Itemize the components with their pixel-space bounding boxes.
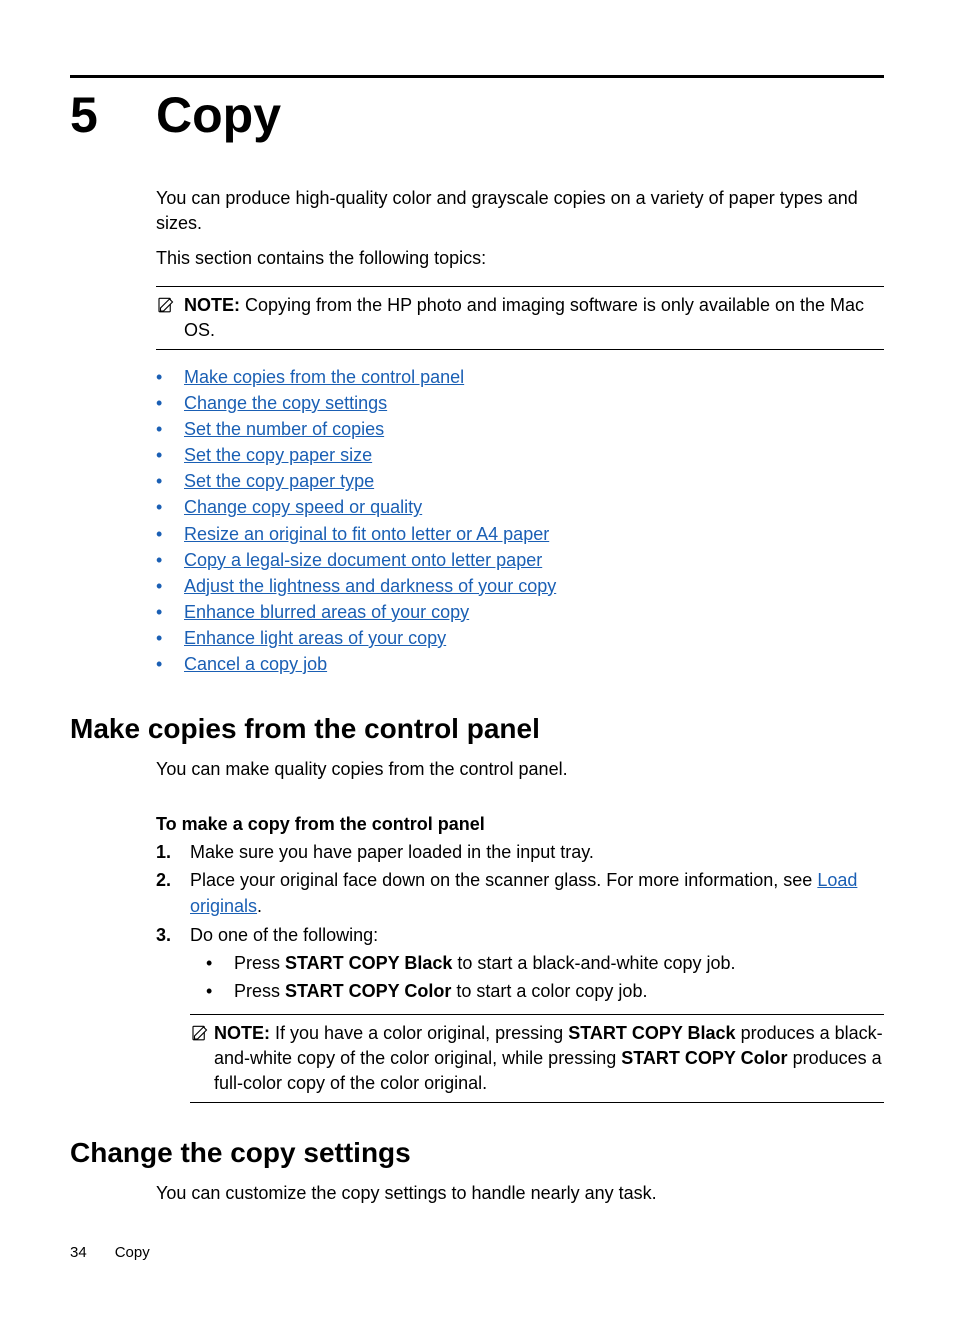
step-number: 2.: [156, 867, 190, 893]
b2-pre: Press: [234, 981, 285, 1001]
chapter-title: Copy: [156, 86, 281, 144]
b1-post: to start a black-and-white copy job.: [452, 953, 735, 973]
section1-body: You can make quality copies from the con…: [156, 757, 884, 782]
step-2: 2. Place your original face down on the …: [156, 867, 884, 919]
bullet-icon: •: [156, 547, 184, 573]
list-item: •Change copy speed or quality: [156, 494, 884, 520]
bullet-icon: •: [156, 599, 184, 625]
chapter-header: 5 Copy: [70, 86, 884, 144]
bullet-icon: •: [156, 442, 184, 468]
note-label: NOTE:: [184, 295, 240, 315]
topic-link[interactable]: Enhance light areas of your copy: [184, 625, 446, 651]
list-item: •Change the copy settings: [156, 390, 884, 416]
section-heading-make-copies: Make copies from the control panel: [70, 713, 884, 745]
note-text: NOTE: Copying from the HP photo and imag…: [184, 293, 884, 343]
top-rule: [70, 75, 884, 78]
bullet-icon: •: [190, 978, 234, 1004]
bullet-icon: •: [156, 521, 184, 547]
b1-pre: Press: [234, 953, 285, 973]
bullet-icon: •: [156, 416, 184, 442]
step-1: 1. Make sure you have paper loaded in th…: [156, 839, 884, 865]
step-3: 3. Do one of the following: • Press STAR…: [156, 922, 884, 1104]
note2-bold2: START COPY Color: [621, 1048, 787, 1068]
topic-link[interactable]: Copy a legal-size document onto letter p…: [184, 547, 542, 573]
inner-note-box: NOTE: If you have a color original, pres…: [190, 1014, 884, 1104]
topic-link[interactable]: Cancel a copy job: [184, 651, 327, 677]
note-label: NOTE:: [214, 1023, 270, 1043]
bullet-icon: •: [190, 950, 234, 976]
step2-pre: Place your original face down on the sca…: [190, 870, 817, 890]
inner-note-text: NOTE: If you have a color original, pres…: [214, 1021, 884, 1097]
note-body: Copying from the HP photo and imaging so…: [184, 295, 864, 340]
topic-list: •Make copies from the control panel •Cha…: [156, 364, 884, 677]
page-number: 34: [70, 1244, 87, 1261]
step-content: Make sure you have paper loaded in the i…: [190, 839, 884, 865]
topic-link[interactable]: Set the number of copies: [184, 416, 384, 442]
list-item: •Set the copy paper size: [156, 442, 884, 468]
bullet-icon: •: [156, 651, 184, 677]
list-item: •Enhance blurred areas of your copy: [156, 599, 884, 625]
step-number: 1.: [156, 839, 190, 865]
section1-subheading: To make a copy from the control panel: [156, 814, 884, 835]
step-content: Place your original face down on the sca…: [190, 867, 884, 919]
step-number: 3.: [156, 922, 190, 948]
topic-link[interactable]: Set the copy paper size: [184, 442, 372, 468]
sub-bullet-list: • Press START COPY Black to start a blac…: [190, 950, 884, 1004]
note-box: NOTE: Copying from the HP photo and imag…: [156, 286, 884, 350]
bullet-icon: •: [156, 625, 184, 651]
list-item: •Resize an original to fit onto letter o…: [156, 521, 884, 547]
bullet-icon: •: [156, 468, 184, 494]
list-item: •Set the number of copies: [156, 416, 884, 442]
intro-paragraph-1: You can produce high-quality color and g…: [156, 186, 884, 236]
note2-bold1: START COPY Black: [568, 1023, 735, 1043]
topic-link[interactable]: Set the copy paper type: [184, 468, 374, 494]
topic-link[interactable]: Adjust the lightness and darkness of you…: [184, 573, 556, 599]
list-item: •Cancel a copy job: [156, 651, 884, 677]
sub-bullet-content: Press START COPY Color to start a color …: [234, 978, 647, 1004]
footer-title: Copy: [115, 1244, 150, 1261]
note-icon: [190, 1024, 208, 1042]
list-item: •Set the copy paper type: [156, 468, 884, 494]
topic-link[interactable]: Change copy speed or quality: [184, 494, 422, 520]
sub-bullet-item: • Press START COPY Color to start a colo…: [190, 978, 884, 1004]
list-item: •Adjust the lightness and darkness of yo…: [156, 573, 884, 599]
bullet-icon: •: [156, 364, 184, 390]
list-item: •Enhance light areas of your copy: [156, 625, 884, 651]
list-item: •Copy a legal-size document onto letter …: [156, 547, 884, 573]
b1-bold: START COPY Black: [285, 953, 452, 973]
topic-link[interactable]: Enhance blurred areas of your copy: [184, 599, 469, 625]
sub-bullet-item: • Press START COPY Black to start a blac…: [190, 950, 884, 976]
bullet-icon: •: [156, 573, 184, 599]
b2-post: to start a color copy job.: [451, 981, 647, 1001]
topic-link[interactable]: Make copies from the control panel: [184, 364, 464, 390]
step2-post: .: [257, 896, 262, 916]
note-icon: [156, 296, 174, 314]
numbered-list: 1. Make sure you have paper loaded in th…: [156, 839, 884, 1103]
intro-paragraph-2: This section contains the following topi…: [156, 246, 884, 271]
page-footer: 34 Copy: [70, 1244, 150, 1261]
step-content: Do one of the following: • Press START C…: [190, 922, 884, 1104]
bullet-icon: •: [156, 494, 184, 520]
list-item: •Make copies from the control panel: [156, 364, 884, 390]
section-heading-change-settings: Change the copy settings: [70, 1137, 884, 1169]
chapter-number: 5: [70, 86, 156, 144]
topic-link[interactable]: Resize an original to fit onto letter or…: [184, 521, 549, 547]
note2-pre: If you have a color original, pressing: [275, 1023, 568, 1043]
step3-text: Do one of the following:: [190, 925, 378, 945]
bullet-icon: •: [156, 390, 184, 416]
section2-body: You can customize the copy settings to h…: [156, 1181, 884, 1206]
topic-link[interactable]: Change the copy settings: [184, 390, 387, 416]
sub-bullet-content: Press START COPY Black to start a black-…: [234, 950, 736, 976]
b2-bold: START COPY Color: [285, 981, 451, 1001]
